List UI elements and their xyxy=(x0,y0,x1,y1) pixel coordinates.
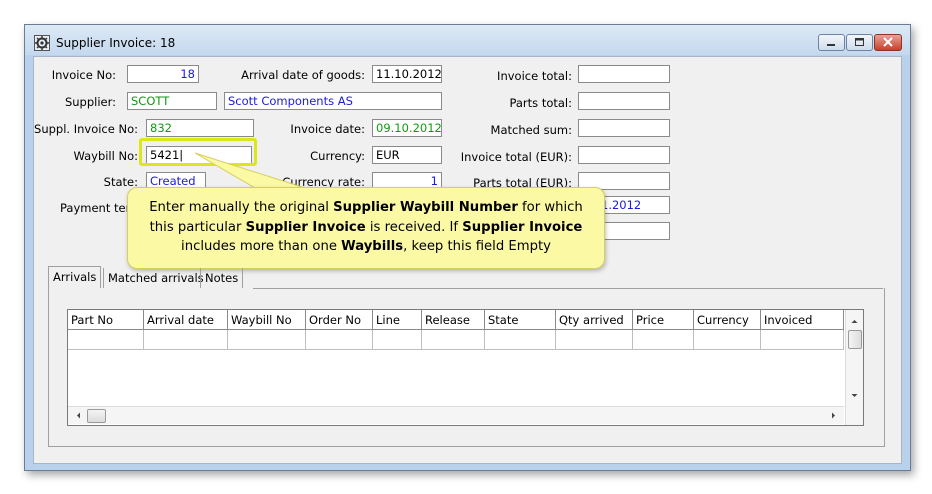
supplier-label: Supplier: xyxy=(64,95,116,109)
close-icon xyxy=(883,37,893,47)
help-callout: Enter manually the original Supplier Way… xyxy=(127,187,605,269)
app-gear-icon xyxy=(34,35,50,51)
parts-total-field[interactable] xyxy=(578,92,670,110)
scroll-up-icon[interactable] xyxy=(846,314,863,328)
callout-line-1: Enter manually the original Supplier Way… xyxy=(149,200,583,215)
table-cell[interactable] xyxy=(485,330,556,350)
scroll-down-icon[interactable] xyxy=(846,388,863,402)
horizontal-scroll-thumb[interactable] xyxy=(87,409,106,423)
col-currency[interactable]: Currency xyxy=(694,310,761,330)
invoice-no-label: Invoice No: xyxy=(51,68,116,82)
callout-line-3: includes more than one Waybills, keep th… xyxy=(181,239,551,254)
table-cell[interactable] xyxy=(761,330,844,350)
col-part-no[interactable]: Part No xyxy=(68,310,144,330)
col-line[interactable]: Line xyxy=(373,310,422,330)
supplier-code-field[interactable]: SCOTT xyxy=(127,92,217,110)
invoice-no-field[interactable]: 18 xyxy=(127,65,199,83)
waybill-no-label: Waybill No: xyxy=(73,149,138,163)
maximize-button[interactable] xyxy=(846,34,873,51)
table-cell[interactable] xyxy=(694,330,761,350)
col-invoiced[interactable]: Invoiced xyxy=(761,310,844,330)
table-cell[interactable] xyxy=(373,330,422,350)
tab-notes[interactable]: Notes xyxy=(200,268,244,288)
col-arrival-date[interactable]: Arrival date xyxy=(144,310,228,330)
col-state[interactable]: State xyxy=(485,310,556,330)
close-button[interactable] xyxy=(874,34,902,51)
horizontal-scrollbar[interactable] xyxy=(68,406,844,424)
tab-arrivals[interactable]: Arrivals xyxy=(48,266,102,288)
invoice-date-field[interactable]: 09.10.2012 xyxy=(372,119,442,137)
scroll-right-icon[interactable] xyxy=(826,407,840,424)
currency-field[interactable]: EUR xyxy=(372,146,442,164)
col-waybill-no[interactable]: Waybill No xyxy=(228,310,306,330)
invoice-total-field[interactable] xyxy=(578,65,670,83)
col-qty-arrived[interactable]: Qty arrived xyxy=(556,310,633,330)
col-release[interactable]: Release xyxy=(422,310,485,330)
suppl-invoice-no-field[interactable]: 832 xyxy=(146,119,254,137)
table-cell[interactable] xyxy=(306,330,373,350)
col-order-no[interactable]: Order No xyxy=(306,310,373,330)
arrivals-grid[interactable]: Part No Arrival date Waybill No Order No… xyxy=(67,309,864,426)
scroll-left-icon[interactable] xyxy=(71,407,85,424)
table-cell[interactable] xyxy=(228,330,306,350)
invoice-date-label: Invoice date: xyxy=(290,122,365,136)
invoice-total-eur-label: Invoice total (EUR): xyxy=(460,150,572,164)
table-cell[interactable] xyxy=(68,330,144,350)
table-cell[interactable] xyxy=(422,330,485,350)
window-title: Supplier Invoice: 18 xyxy=(56,36,176,50)
col-price[interactable]: Price xyxy=(633,310,694,330)
maximize-icon xyxy=(855,38,864,46)
tab-matched-arrivals[interactable]: Matched arrivals xyxy=(103,268,208,288)
parts-total-label: Parts total: xyxy=(509,96,572,110)
suppl-invoice-no-label: Suppl. Invoice No: xyxy=(34,122,138,136)
table-cell[interactable] xyxy=(556,330,633,350)
arrival-date-field[interactable]: 11.10.2012 xyxy=(372,65,442,83)
table-cell[interactable] xyxy=(144,330,228,350)
state-label: State: xyxy=(103,175,138,189)
minimize-icon xyxy=(827,44,835,46)
supplier-name-field[interactable]: Scott Components AS xyxy=(224,92,442,110)
title-bar[interactable]: Supplier Invoice: 18 xyxy=(25,25,910,55)
vertical-scrollbar[interactable] xyxy=(845,310,863,425)
callout-line-2: this particular Supplier Invoice is rece… xyxy=(149,219,583,235)
invoice-total-eur-field[interactable] xyxy=(578,146,670,164)
vertical-scroll-thumb[interactable] xyxy=(848,330,862,349)
matched-sum-label: Matched sum: xyxy=(490,123,572,137)
matched-sum-field[interactable] xyxy=(578,119,670,137)
table-cell[interactable] xyxy=(633,330,694,350)
arrival-date-label: Arrival date of goods: xyxy=(241,68,365,82)
invoice-total-label: Invoice total: xyxy=(497,69,572,83)
minimize-button[interactable] xyxy=(818,34,845,51)
